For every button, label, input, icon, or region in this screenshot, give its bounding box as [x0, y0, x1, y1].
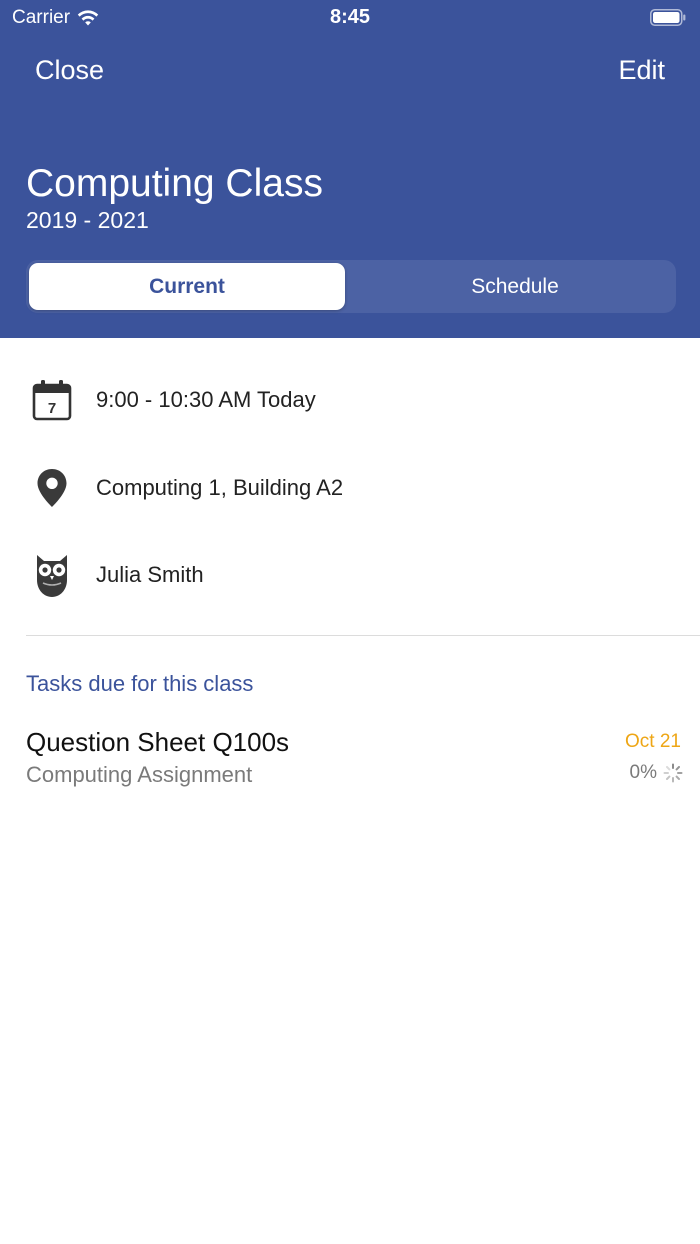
class-years: 2019 - 2021 — [26, 207, 149, 233]
battery-icon — [650, 9, 686, 26]
task-progress: 0% — [630, 762, 683, 784]
class-title: Computing Class — [26, 162, 323, 205]
class-detail-screen: Carrier 8:45 Close Edit Computing Class … — [0, 0, 700, 1244]
view-segmented-control: Current Schedule — [26, 260, 676, 313]
task-due-date: Oct 21 — [625, 731, 681, 752]
calendar-day-number: 7 — [48, 400, 56, 417]
spinner-icon — [663, 763, 683, 783]
task-item[interactable]: Question Sheet Q100s Computing Assignmen… — [0, 722, 700, 792]
task-progress-percent: 0% — [629, 762, 657, 783]
task-subtitle: Computing Assignment — [26, 762, 253, 787]
class-teacher-text: Julia Smith — [96, 562, 204, 587]
edit-button[interactable]: Edit — [618, 55, 665, 86]
status-time: 8:45 — [329, 6, 371, 28]
owl-icon — [32, 551, 72, 599]
segment-schedule[interactable]: Schedule — [357, 263, 673, 310]
tasks-heading: Tasks due for this class — [26, 671, 254, 696]
close-button[interactable]: Close — [35, 55, 104, 86]
class-teacher-row: Julia Smith — [0, 545, 700, 605]
task-title: Question Sheet Q100s — [26, 727, 290, 757]
segment-current[interactable]: Current — [29, 263, 345, 310]
class-time-row: 7 9:00 - 10:30 AM Today — [0, 370, 700, 430]
class-header: Carrier 8:45 Close Edit Computing Class … — [0, 0, 700, 338]
section-divider — [26, 635, 700, 636]
location-pin-icon — [32, 464, 72, 512]
class-time-text: 9:00 - 10:30 AM Today — [96, 387, 316, 412]
class-location-text: Computing 1, Building A2 — [96, 475, 344, 500]
class-location-row: Computing 1, Building A2 — [0, 458, 700, 518]
status-bar: Carrier 8:45 — [0, 0, 700, 36]
calendar-icon: 7 — [32, 376, 72, 424]
